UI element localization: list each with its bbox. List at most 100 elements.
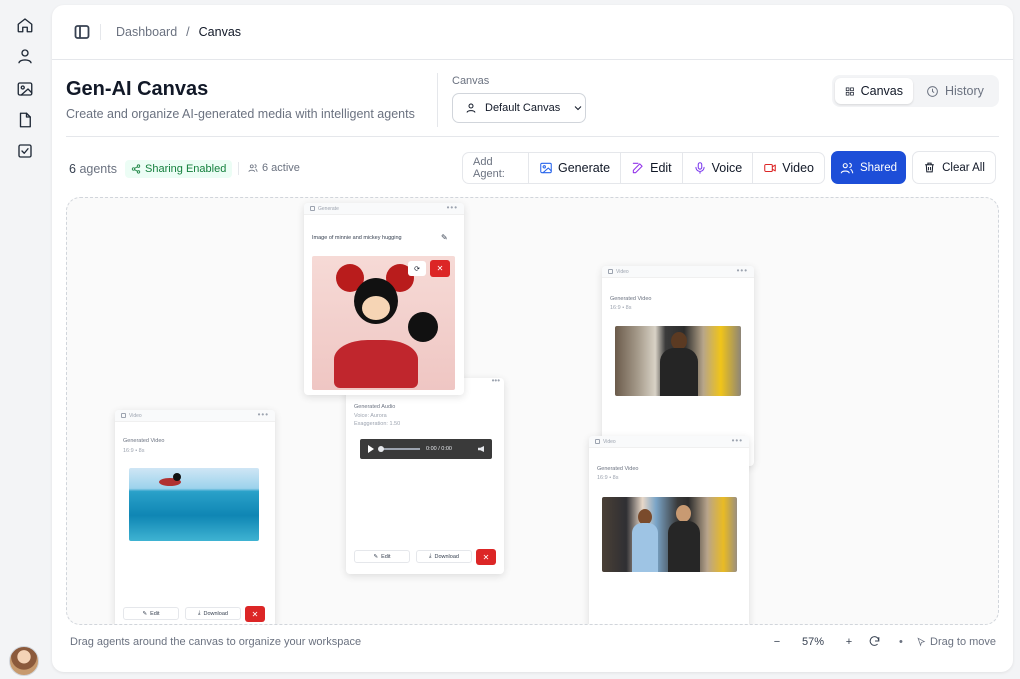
card-header-label: Video: [616, 269, 629, 275]
check-square-icon[interactable]: [15, 141, 35, 161]
agent-count: 6 agents: [69, 162, 117, 176]
chevron-down-icon: [574, 106, 582, 111]
video-icon: [121, 413, 126, 418]
play-icon[interactable]: [368, 445, 374, 453]
download-button-label: Download: [434, 553, 459, 560]
clear-all-label: Clear All: [942, 161, 985, 174]
refresh-icon[interactable]: ⟳: [408, 261, 426, 276]
download-button[interactable]: ⤓ Download: [185, 607, 241, 620]
grid-icon: [845, 87, 854, 95]
file-icon[interactable]: [15, 110, 35, 130]
add-voice-label: Voice: [711, 161, 743, 175]
prompt-text: Image of minnie and mickey hugging: [312, 235, 402, 241]
voice-agent-card[interactable]: ••• Generated Audio Voice: Aurora Exagge…: [346, 378, 504, 574]
card-header-label: Generate: [318, 206, 339, 212]
edit-button[interactable]: ✎ Edit: [354, 550, 410, 563]
shared-button[interactable]: Shared: [831, 151, 906, 184]
zoom-out-button[interactable]: −: [770, 636, 784, 648]
drag-hint: Drag to move: [916, 636, 996, 648]
zoom-level: 57%: [801, 636, 825, 648]
card-header[interactable]: Generate •••: [304, 203, 464, 215]
tab-canvas[interactable]: Canvas: [835, 78, 913, 104]
seek-bar[interactable]: [378, 446, 420, 452]
image-icon: [310, 206, 315, 211]
sidebar-toggle-icon[interactable]: [74, 24, 90, 40]
agent-count-number: 6: [69, 162, 76, 176]
image-icon[interactable]: [15, 79, 35, 99]
edit-prompt-icon[interactable]: ✎: [441, 233, 448, 242]
users-icon: [248, 164, 258, 172]
shared-button-label: Shared: [859, 161, 898, 174]
remove-button[interactable]: ✕: [245, 606, 265, 622]
figure-shape: [173, 473, 181, 481]
divider: [437, 73, 438, 127]
card-header-label: Video: [129, 413, 142, 419]
share-icon: [131, 164, 141, 174]
page-subtitle: Create and organize AI-generated media w…: [66, 107, 415, 121]
card-header[interactable]: Video •••: [589, 436, 749, 448]
add-edit-label: Edit: [650, 161, 672, 175]
edit-icon: ✎: [373, 553, 379, 560]
more-icon[interactable]: •••: [732, 436, 743, 446]
download-button[interactable]: ⤓ Download: [416, 550, 472, 563]
edit-button[interactable]: ✎ Edit: [123, 607, 179, 620]
figure-shape: [668, 521, 700, 572]
video-thumbnail[interactable]: [615, 326, 741, 396]
remove-button[interactable]: ✕: [430, 260, 450, 277]
zoom-in-button[interactable]: +: [842, 636, 856, 648]
more-icon[interactable]: •••: [492, 378, 500, 385]
voice-name: Voice: Aurora: [354, 413, 387, 419]
add-video-button[interactable]: Video: [753, 153, 824, 183]
card-header-label: Video: [603, 439, 616, 445]
video-agent-card[interactable]: Video ••• Generated Video 16:9 • 8s: [589, 436, 749, 624]
download-icon: ⤓: [198, 610, 201, 616]
exaggeration-value: Exaggeration: 1.50: [354, 421, 401, 427]
video-thumbnail[interactable]: [129, 468, 259, 541]
generated-image[interactable]: ⟳ ✕: [312, 256, 455, 390]
generate-agent-card[interactable]: Generate ••• Image of minnie and mickey h…: [304, 203, 464, 395]
view-toggle: Canvas History: [832, 75, 999, 107]
add-voice-button[interactable]: Voice: [683, 153, 754, 183]
audio-player[interactable]: 0:00 / 0:00: [360, 439, 492, 459]
more-icon[interactable]: •••: [447, 203, 458, 213]
users-icon: [840, 162, 854, 173]
avatar[interactable]: [9, 646, 39, 676]
canvas-select-value: Default Canvas: [485, 102, 561, 114]
mic-icon: [695, 162, 705, 174]
card-title: Generated Video: [597, 466, 639, 472]
add-generate-button[interactable]: Generate: [529, 153, 622, 183]
canvas-workspace[interactable]: Video ••• Generated Video 16:9 • 8s ✎ Edit…: [66, 197, 999, 625]
video-agent-card[interactable]: Video ••• Generated Video 16:9 • 8s ✎ Edit…: [115, 410, 275, 624]
pointer-icon: [917, 637, 926, 647]
user-icon[interactable]: [15, 46, 35, 66]
card-title: Generated Audio: [354, 404, 396, 410]
figure-shape: [334, 340, 418, 388]
more-icon[interactable]: •••: [258, 410, 269, 420]
add-agent-label: Add Agent:: [463, 153, 529, 183]
reset-view-icon[interactable]: [868, 635, 881, 648]
card-header[interactable]: Video •••: [602, 266, 754, 278]
edit-icon: ✎: [142, 610, 148, 617]
figure-shape: [408, 312, 438, 342]
clock-icon: [927, 85, 938, 97]
breadcrumb-current: Canvas: [198, 25, 242, 39]
canvas-select[interactable]: Default Canvas: [452, 93, 586, 123]
canvas-select-label: Canvas: [452, 75, 490, 87]
canvas-hint: Drag agents around the canvas to organiz…: [70, 636, 362, 648]
more-icon[interactable]: •••: [737, 266, 748, 276]
divider: [238, 162, 239, 175]
remove-button[interactable]: ✕: [476, 549, 496, 565]
image-icon: [540, 162, 552, 174]
active-count-label: 6 active: [262, 162, 300, 174]
add-edit-button[interactable]: Edit: [621, 153, 683, 183]
main-panel: Dashboard / Canvas Gen-AI Canvas Create …: [52, 5, 1013, 672]
home-icon[interactable]: [15, 15, 35, 35]
clear-all-button[interactable]: Clear All: [912, 151, 996, 184]
card-header[interactable]: Video •••: [115, 410, 275, 422]
volume-icon[interactable]: [478, 446, 484, 452]
video-thumbnail[interactable]: [602, 497, 737, 572]
breadcrumb-dashboard[interactable]: Dashboard: [116, 25, 177, 39]
tab-history[interactable]: History: [916, 78, 994, 104]
user-icon: [466, 103, 476, 113]
card-title: Generated Video: [610, 296, 652, 302]
